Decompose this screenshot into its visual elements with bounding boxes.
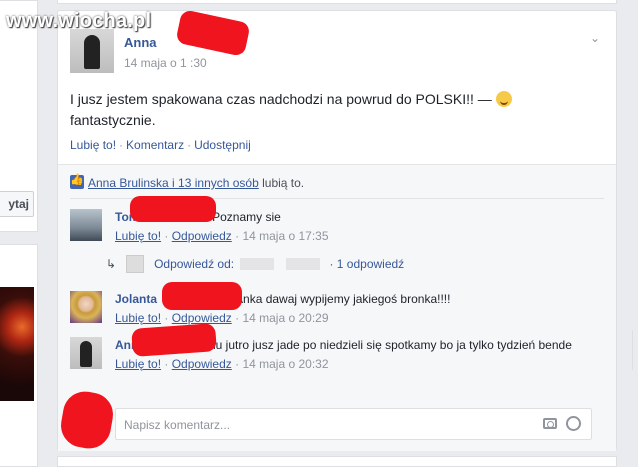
like-link[interactable]: Lubię to!: [70, 138, 116, 152]
emoji-icon: [495, 91, 512, 107]
comment-time[interactable]: 14 maja o 17:35: [242, 229, 328, 243]
author-avatar[interactable]: [70, 29, 114, 73]
like-thumb-icon: [70, 173, 84, 189]
comment-reply-link[interactable]: Odpowiedz: [172, 229, 232, 243]
comment-reply-link[interactable]: Odpowiedz: [172, 311, 232, 325]
post-actions: Lubię to! · Komentarz · Udostępnij: [70, 138, 251, 152]
redaction-mark: [130, 196, 216, 222]
comment-like-link[interactable]: Lubię to!: [115, 311, 161, 325]
likers-link[interactable]: Anna Brulinska i 13 innych osób: [88, 176, 259, 190]
post-timestamp[interactable]: 14 maja o 1 :30: [124, 56, 207, 70]
left-action-button[interactable]: ytaj: [0, 191, 34, 217]
next-card-edge: [57, 456, 617, 467]
post-author[interactable]: Anna: [124, 35, 157, 50]
avatar: [126, 255, 145, 273]
reply-thread-link[interactable]: ↳ Odpowiedź od: · 1 odpowiedź: [106, 255, 404, 273]
camera-icon[interactable]: [543, 418, 557, 429]
post-message: I jusz jestem spakowana czas nadchodzi n…: [70, 91, 492, 107]
likes-summary: Anna Brulinska i 13 innych osób lubią to…: [70, 173, 304, 190]
comment-text: olu jutro jusz jade po niedzieli się spo…: [206, 338, 572, 352]
comment-like-link[interactable]: Lubię to!: [115, 229, 161, 243]
previous-card-edge: [57, 0, 617, 4]
comment-input[interactable]: Napisz komentarz...: [124, 418, 230, 432]
emoji-picker-icon[interactable]: [566, 416, 581, 431]
left-photo[interactable]: [0, 287, 34, 401]
comment-text: Anka dawaj wypijemy jakiegoś bronka!!!!: [235, 292, 451, 306]
chevron-down-icon[interactable]: ⌄: [590, 31, 604, 45]
watermark: www.wiocha.pl: [6, 10, 152, 32]
comment-time[interactable]: 14 maja o 20:29: [242, 311, 328, 325]
redaction-mark: [131, 323, 217, 357]
comment-author[interactable]: Jolanta: [115, 292, 157, 306]
reply-count: 1 odpowiedź: [336, 257, 405, 271]
post-text: I jusz jestem spakowana czas nadchodzi n…: [70, 89, 600, 131]
reply-arrow-icon: ↳: [106, 257, 117, 271]
avatar[interactable]: [70, 209, 102, 241]
comment-like-link[interactable]: Lubię to!: [115, 357, 161, 371]
post-feeling: fantastycznie.: [70, 112, 156, 128]
post-card: Anna 14 maja o 1 :30 ⌄ I jusz jestem spa…: [57, 10, 617, 451]
avatar[interactable]: [70, 337, 102, 369]
redaction-mark: [162, 282, 242, 310]
avatar[interactable]: [70, 291, 102, 323]
left-column: ytaj: [0, 0, 38, 467]
share-link[interactable]: Udostępnij: [194, 138, 251, 152]
comment-composer[interactable]: Napisz komentarz...: [115, 408, 592, 440]
comment-text: Poznamy sie: [212, 210, 281, 224]
reply-prefix: Odpowiedź od:: [154, 257, 235, 271]
right-edge: [632, 330, 638, 370]
comment-time[interactable]: 14 maja o 20:32: [242, 357, 328, 371]
comment-link[interactable]: Komentarz: [126, 138, 184, 152]
comment-reply-link[interactable]: Odpowiedz: [172, 357, 232, 371]
